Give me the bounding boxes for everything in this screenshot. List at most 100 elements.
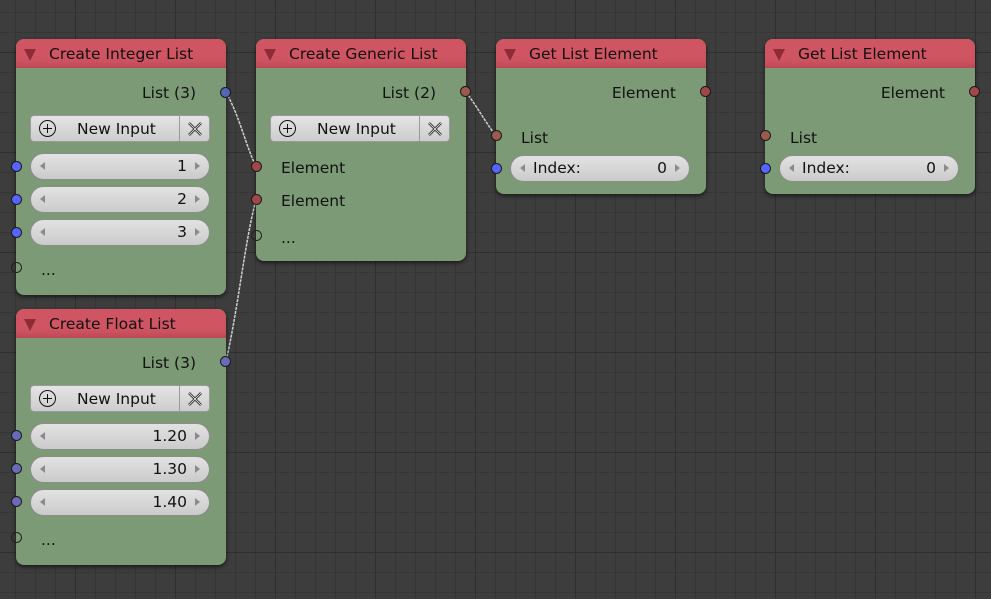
float-value-field-3[interactable]: 1.40 (30, 489, 210, 516)
decrement-arrow-icon[interactable] (789, 164, 794, 172)
more-inputs-label: ... (41, 531, 56, 549)
node-header[interactable]: Create Float List (16, 309, 226, 338)
list-input-socket[interactable] (491, 130, 502, 141)
new-input-label: New Input (77, 120, 156, 138)
increment-arrow-icon[interactable] (195, 432, 200, 440)
element-input-label: Element (281, 159, 346, 177)
new-input-label: New Input (317, 120, 396, 138)
int-input-socket[interactable] (11, 161, 22, 172)
field-value: 1 (177, 157, 187, 175)
index-field[interactable]: Index: 0 (779, 155, 959, 182)
extend-input-socket[interactable] (11, 262, 22, 273)
more-inputs-label: ... (281, 229, 296, 247)
link-float-list-to-element (225, 199, 257, 362)
new-input-button[interactable]: New Input (30, 115, 210, 142)
list-output-socket[interactable] (220, 356, 231, 367)
output-label: List (3) (142, 354, 196, 372)
node-title: Create Generic List (289, 45, 438, 63)
collapse-triangle-icon[interactable] (504, 49, 516, 61)
decrement-arrow-icon[interactable] (40, 465, 45, 473)
element-input-socket[interactable] (251, 161, 262, 172)
field-value: 1.40 (152, 493, 187, 511)
increment-arrow-icon[interactable] (195, 195, 200, 203)
collapse-triangle-icon[interactable] (264, 49, 276, 61)
field-value: 1.20 (152, 427, 187, 445)
list-output-socket[interactable] (220, 87, 231, 98)
create-float-list-node[interactable]: Create Float List List (3) New Input 1.2… (11, 309, 231, 565)
index-label: Index: (533, 159, 581, 177)
index-value: 0 (657, 159, 667, 177)
collapse-triangle-icon[interactable] (24, 49, 36, 61)
output-label: List (3) (142, 84, 196, 102)
int-value-field-3[interactable]: 3 (30, 219, 210, 246)
decrement-arrow-icon[interactable] (40, 228, 45, 236)
field-value: 1.30 (152, 460, 187, 478)
element-output-socket[interactable] (700, 86, 711, 97)
node-header[interactable]: Create Integer List (16, 39, 226, 68)
collapse-triangle-icon[interactable] (24, 319, 36, 331)
cross-icon (427, 122, 442, 136)
decrement-arrow-icon[interactable] (40, 432, 45, 440)
remove-inputs-button[interactable] (419, 115, 449, 142)
node-header[interactable]: Get List Element (765, 39, 975, 68)
list-input-label: List (790, 129, 818, 147)
output-label: List (2) (382, 84, 436, 102)
new-input-button[interactable]: New Input (30, 385, 210, 412)
node-title: Create Integer List (49, 45, 194, 63)
collapse-triangle-icon[interactable] (773, 49, 785, 61)
decrement-arrow-icon[interactable] (520, 164, 525, 172)
get-list-element-node-1[interactable]: Get List Element Element List Index: 0 (491, 39, 711, 194)
node-header[interactable]: Get List Element (496, 39, 706, 68)
decrement-arrow-icon[interactable] (40, 162, 45, 170)
float-input-socket[interactable] (11, 463, 22, 474)
element-output-socket[interactable] (969, 86, 980, 97)
field-value: 2 (177, 190, 187, 208)
cross-icon (187, 392, 202, 406)
output-label: Element (880, 84, 945, 102)
element-input-label: Element (281, 192, 346, 210)
increment-arrow-icon[interactable] (675, 164, 680, 172)
create-integer-list-node[interactable]: Create Integer List List (3) New Input 1… (11, 39, 231, 295)
index-input-socket[interactable] (491, 163, 502, 174)
int-input-socket[interactable] (11, 227, 22, 238)
int-value-field-2[interactable]: 2 (30, 186, 210, 213)
new-input-button[interactable]: New Input (270, 115, 450, 142)
increment-arrow-icon[interactable] (944, 164, 949, 172)
create-generic-list-node[interactable]: Create Generic List List (2) New Input E… (251, 39, 471, 261)
extend-input-socket[interactable] (11, 532, 22, 543)
list-output-socket[interactable] (460, 86, 471, 97)
node-title: Create Float List (49, 315, 176, 333)
increment-arrow-icon[interactable] (195, 162, 200, 170)
extend-input-socket[interactable] (251, 230, 262, 241)
decrement-arrow-icon[interactable] (40, 498, 45, 506)
float-value-field-1[interactable]: 1.20 (30, 423, 210, 450)
increment-arrow-icon[interactable] (195, 465, 200, 473)
increment-arrow-icon[interactable] (195, 228, 200, 236)
plus-icon (279, 120, 296, 137)
field-value: 3 (177, 223, 187, 241)
remove-inputs-button[interactable] (179, 385, 209, 412)
get-list-element-node-2[interactable]: Get List Element Element List Index: 0 (760, 39, 980, 194)
node-header[interactable]: Create Generic List (256, 39, 466, 68)
float-input-socket[interactable] (11, 496, 22, 507)
int-input-socket[interactable] (11, 194, 22, 205)
node-title: Get List Element (529, 45, 658, 63)
remove-inputs-button[interactable] (179, 115, 209, 142)
plus-icon (39, 390, 56, 407)
node-title: Get List Element (798, 45, 927, 63)
element-input-socket[interactable] (251, 194, 262, 205)
list-input-socket[interactable] (760, 130, 771, 141)
int-value-field-1[interactable]: 1 (30, 153, 210, 180)
float-input-socket[interactable] (11, 430, 22, 441)
float-value-field-2[interactable]: 1.30 (30, 456, 210, 483)
new-input-label: New Input (77, 390, 156, 408)
more-inputs-label: ... (41, 261, 56, 279)
index-input-socket[interactable] (760, 163, 771, 174)
plus-icon (39, 120, 56, 137)
link-generic-list-to-get (465, 91, 497, 137)
output-label: Element (611, 84, 676, 102)
link-int-list-to-element (225, 91, 257, 168)
index-field[interactable]: Index: 0 (510, 155, 690, 182)
increment-arrow-icon[interactable] (195, 498, 200, 506)
decrement-arrow-icon[interactable] (40, 195, 45, 203)
